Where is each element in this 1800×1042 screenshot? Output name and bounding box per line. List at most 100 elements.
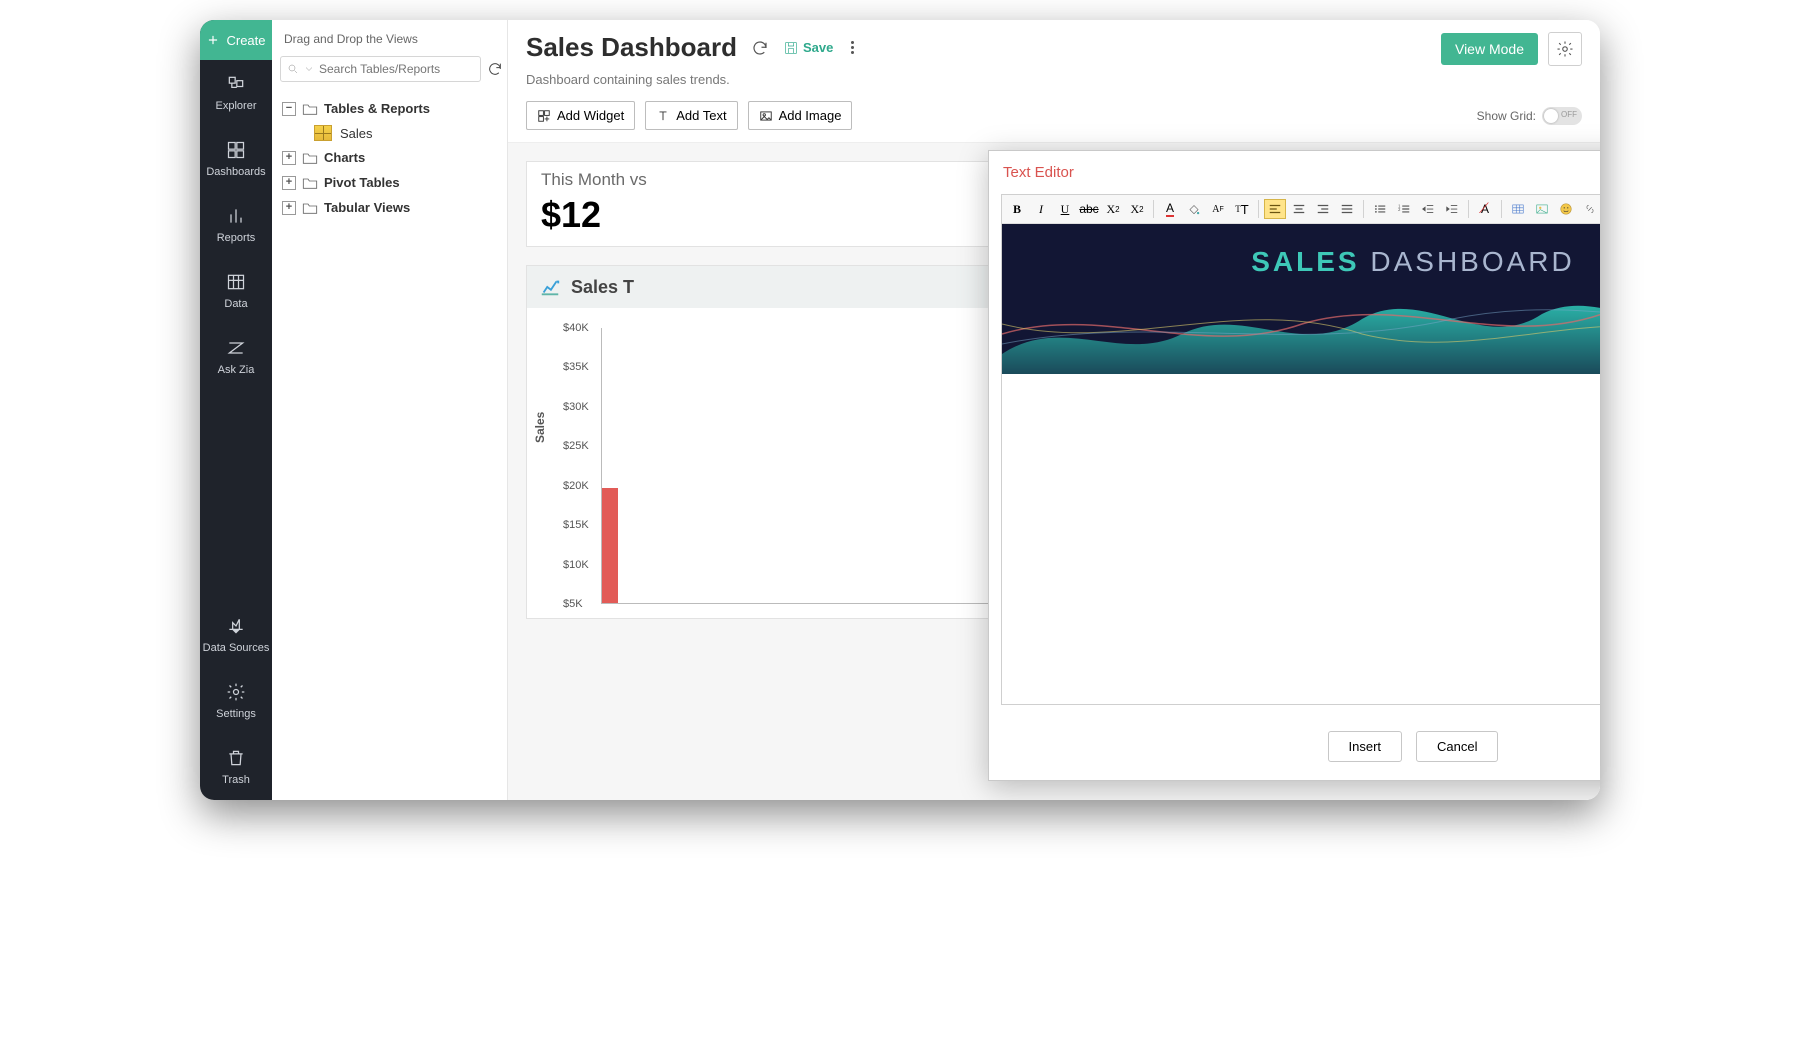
- italic-button[interactable]: I: [1030, 199, 1052, 219]
- align-left-button[interactable]: [1264, 199, 1286, 219]
- settings-button[interactable]: [1548, 32, 1582, 66]
- nav-explorer[interactable]: Explorer: [200, 60, 272, 126]
- folder-icon: [302, 176, 318, 190]
- subscript-button[interactable]: X2: [1102, 199, 1124, 219]
- rte: B I U abc X2 X2 A AF TT: [1001, 194, 1600, 705]
- table-button[interactable]: [1507, 199, 1529, 219]
- nav-reports[interactable]: Reports: [200, 192, 272, 258]
- bold-button[interactable]: B: [1006, 199, 1028, 219]
- indent-button[interactable]: [1441, 199, 1463, 219]
- search-input-wrap[interactable]: [280, 56, 481, 82]
- explorer-hint: Drag and Drop the Views: [272, 20, 507, 46]
- trend-icon: [539, 276, 561, 298]
- text-icon: [656, 109, 670, 123]
- nav-label: Data Sources: [203, 642, 270, 654]
- clear-format-button[interactable]: A⟋: [1474, 199, 1496, 219]
- align-left-icon: [1268, 202, 1282, 216]
- nav-data[interactable]: Data: [200, 258, 272, 324]
- outdent-button[interactable]: [1417, 199, 1439, 219]
- create-label: Create: [226, 33, 265, 48]
- highlight-button[interactable]: [1183, 199, 1205, 219]
- tree-root[interactable]: − Tables & Reports: [280, 96, 499, 121]
- y-axis-label: Sales: [533, 412, 547, 443]
- rte-toolbar: B I U abc X2 X2 A AF TT: [1002, 195, 1600, 224]
- expand-icon[interactable]: +: [282, 201, 296, 215]
- image-icon: [759, 109, 773, 123]
- refresh-icon: [487, 61, 503, 77]
- btn-label: Add Widget: [557, 108, 624, 123]
- align-right-button[interactable]: [1312, 199, 1334, 219]
- tree-group-pivot[interactable]: + Pivot Tables: [280, 170, 499, 195]
- show-grid-label: Show Grid:: [1477, 109, 1536, 123]
- create-button[interactable]: Create: [200, 20, 272, 60]
- tree-group-tabular[interactable]: + Tabular Views: [280, 195, 499, 220]
- text-color-button[interactable]: A: [1159, 199, 1181, 219]
- data-sources-icon: [226, 616, 246, 636]
- text-editor-modal: Text Editor B I U abc X2 X2 A AF TT: [988, 150, 1600, 781]
- toggle-state: OFF: [1561, 110, 1577, 119]
- reports-icon: [226, 206, 246, 226]
- nav-label: Data: [224, 298, 247, 310]
- banner-image: SALES DASHBOARD: [1002, 224, 1600, 374]
- emoji-button[interactable]: [1555, 199, 1577, 219]
- ul-icon: [1373, 202, 1387, 216]
- font-family-button[interactable]: AF: [1207, 199, 1229, 219]
- expand-icon[interactable]: +: [282, 151, 296, 165]
- folder-icon: [302, 102, 318, 116]
- superscript-button[interactable]: X2: [1126, 199, 1148, 219]
- tree-group-charts[interactable]: + Charts: [280, 145, 499, 170]
- image-insert-button[interactable]: [1531, 199, 1553, 219]
- nav-dashboards[interactable]: Dashboards: [200, 126, 272, 192]
- show-grid-toggle[interactable]: OFF: [1542, 107, 1582, 125]
- y-tick: $20K: [563, 480, 595, 492]
- view-mode-button[interactable]: View Mode: [1441, 33, 1538, 65]
- align-justify-icon: [1340, 202, 1354, 216]
- insert-button[interactable]: Insert: [1328, 731, 1403, 762]
- search-input[interactable]: [319, 62, 474, 76]
- nav-trash[interactable]: Trash: [200, 734, 272, 800]
- bullet-list-button[interactable]: [1369, 199, 1391, 219]
- explorer-icon: [226, 74, 246, 94]
- nav-settings[interactable]: Settings: [200, 668, 272, 734]
- add-text-button[interactable]: Add Text: [645, 101, 737, 130]
- nav-label: Trash: [222, 774, 250, 786]
- app-frame: Create Explorer Dashboards Reports Data …: [200, 20, 1600, 800]
- link-button[interactable]: [1579, 199, 1600, 219]
- collapse-icon[interactable]: −: [282, 102, 296, 116]
- wave-graphic: [1002, 264, 1600, 374]
- chart-title: Sales T: [571, 277, 634, 298]
- add-image-button[interactable]: Add Image: [748, 101, 853, 130]
- cancel-button[interactable]: Cancel: [1416, 731, 1498, 762]
- number-list-button[interactable]: 12: [1393, 199, 1415, 219]
- y-tick: $10K: [563, 559, 595, 571]
- rte-canvas[interactable]: SALES DASHBOARD: [1002, 224, 1600, 704]
- y-tick: $30K: [563, 401, 595, 413]
- page-subtitle: Dashboard containing sales trends.: [508, 72, 1600, 97]
- save-label: Save: [803, 40, 833, 55]
- bucket-icon: [1187, 202, 1201, 216]
- tree: − Tables & Reports Sales + Charts + Pivo…: [272, 92, 507, 224]
- tree-leaf-sales[interactable]: Sales: [280, 121, 499, 145]
- nav-ask-zia[interactable]: Ask Zia: [200, 324, 272, 390]
- font-size-button[interactable]: TT: [1231, 199, 1253, 219]
- tree-label: Pivot Tables: [324, 175, 400, 190]
- y-tick: $40K: [563, 322, 595, 334]
- underline-button[interactable]: U: [1054, 199, 1076, 219]
- indent-icon: [1445, 202, 1459, 216]
- save-button[interactable]: Save: [783, 40, 833, 56]
- add-widget-button[interactable]: Add Widget: [526, 101, 635, 130]
- align-center-icon: [1292, 202, 1306, 216]
- ol-icon: 12: [1397, 202, 1411, 216]
- save-icon: [783, 40, 799, 56]
- refresh-button[interactable]: [487, 58, 503, 80]
- nav-data-sources[interactable]: Data Sources: [200, 602, 272, 668]
- link-icon: [1583, 202, 1597, 216]
- svg-text:2: 2: [1398, 207, 1401, 212]
- refresh-icon[interactable]: [751, 39, 769, 57]
- strike-button[interactable]: abc: [1078, 199, 1100, 219]
- expand-icon[interactable]: +: [282, 176, 296, 190]
- align-justify-button[interactable]: [1336, 199, 1358, 219]
- align-center-button[interactable]: [1288, 199, 1310, 219]
- more-menu[interactable]: [847, 41, 858, 54]
- y-tick: $15K: [563, 519, 595, 531]
